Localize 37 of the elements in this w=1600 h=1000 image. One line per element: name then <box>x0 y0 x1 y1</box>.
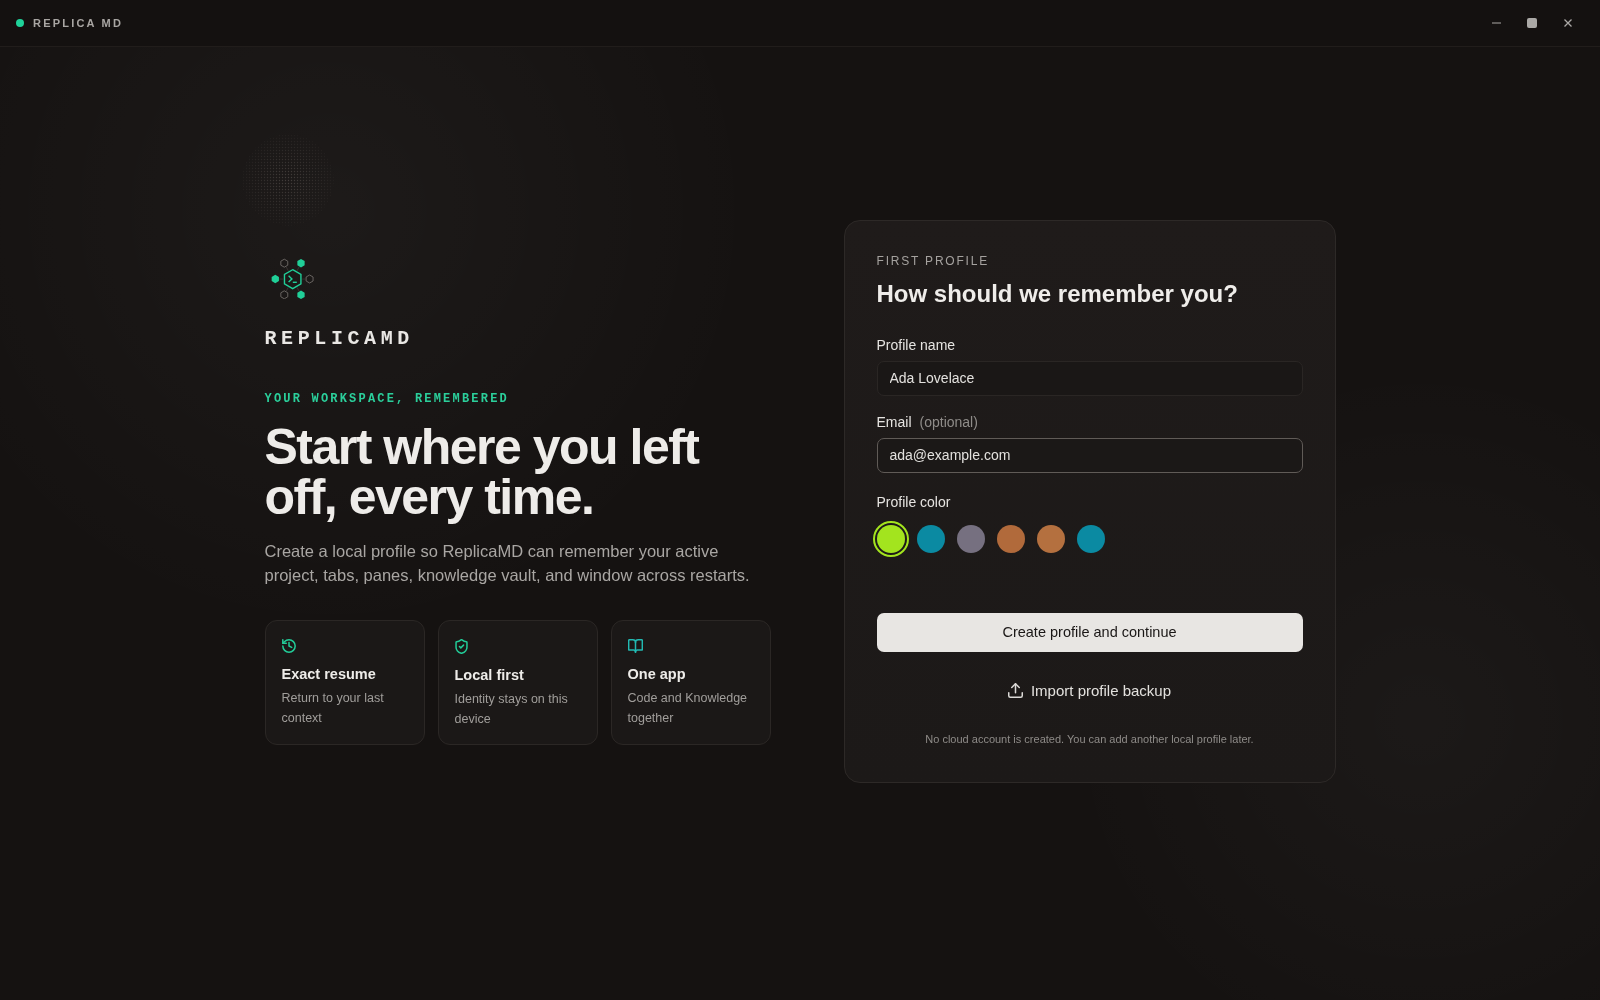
headline: Start where you left off, every time. <box>264 421 700 522</box>
feature-title: One app <box>627 664 686 683</box>
feature-text: Code and Knowledge together <box>627 689 749 727</box>
section-label: FIRST PROFILE <box>876 252 991 269</box>
color-swatch[interactable] <box>916 524 945 553</box>
app-title: REPLICA MD <box>33 17 124 29</box>
shield-check-icon <box>454 638 468 654</box>
color-swatch[interactable] <box>1036 524 1065 553</box>
feature-text: Identity stays on this device <box>454 690 569 728</box>
color-swatch[interactable] <box>996 524 1025 553</box>
book-icon <box>627 638 643 653</box>
field-label: Profile name <box>876 335 956 355</box>
feature-text: Return to your last context <box>281 689 385 727</box>
color-swatch[interactable] <box>872 520 909 557</box>
close-icon <box>1564 19 1572 27</box>
color-swatch[interactable] <box>1076 524 1105 553</box>
feature-title: Local first <box>454 665 524 684</box>
field-label: Profile color <box>876 492 951 512</box>
upload-icon <box>1007 683 1023 698</box>
maximize-icon <box>1527 18 1537 28</box>
field-label: Email <box>876 412 912 432</box>
history-icon <box>281 638 296 653</box>
minimize-icon <box>1491 22 1501 24</box>
description: Create a local profile so ReplicaMD can remember your active project, tabs, panes, knowledge vault, and window across restarts. <box>264 540 751 586</box>
dot-icon <box>16 19 24 27</box>
tagline: YOUR WORKSPACE, REMEMBERED <box>264 390 509 407</box>
footnote: No cloud account is created. You can add another local profile later. <box>924 731 1255 747</box>
logo-icon <box>269 257 315 299</box>
import-backup-button[interactable]: Import profile backup <box>1007 678 1172 703</box>
create-profile-button[interactable]: Create profile and continue <box>876 612 1303 652</box>
form-heading: How should we remember you? <box>876 278 1239 309</box>
input-field[interactable]: Ada Lovelace <box>876 360 1303 396</box>
input-field[interactable]: ada@example.com <box>876 437 1303 473</box>
feature-title: Exact resume <box>281 664 376 683</box>
optional-hint: (optional) <box>919 412 978 432</box>
color-swatch[interactable] <box>956 524 985 553</box>
wordmark: REPLICAMD <box>264 326 414 351</box>
